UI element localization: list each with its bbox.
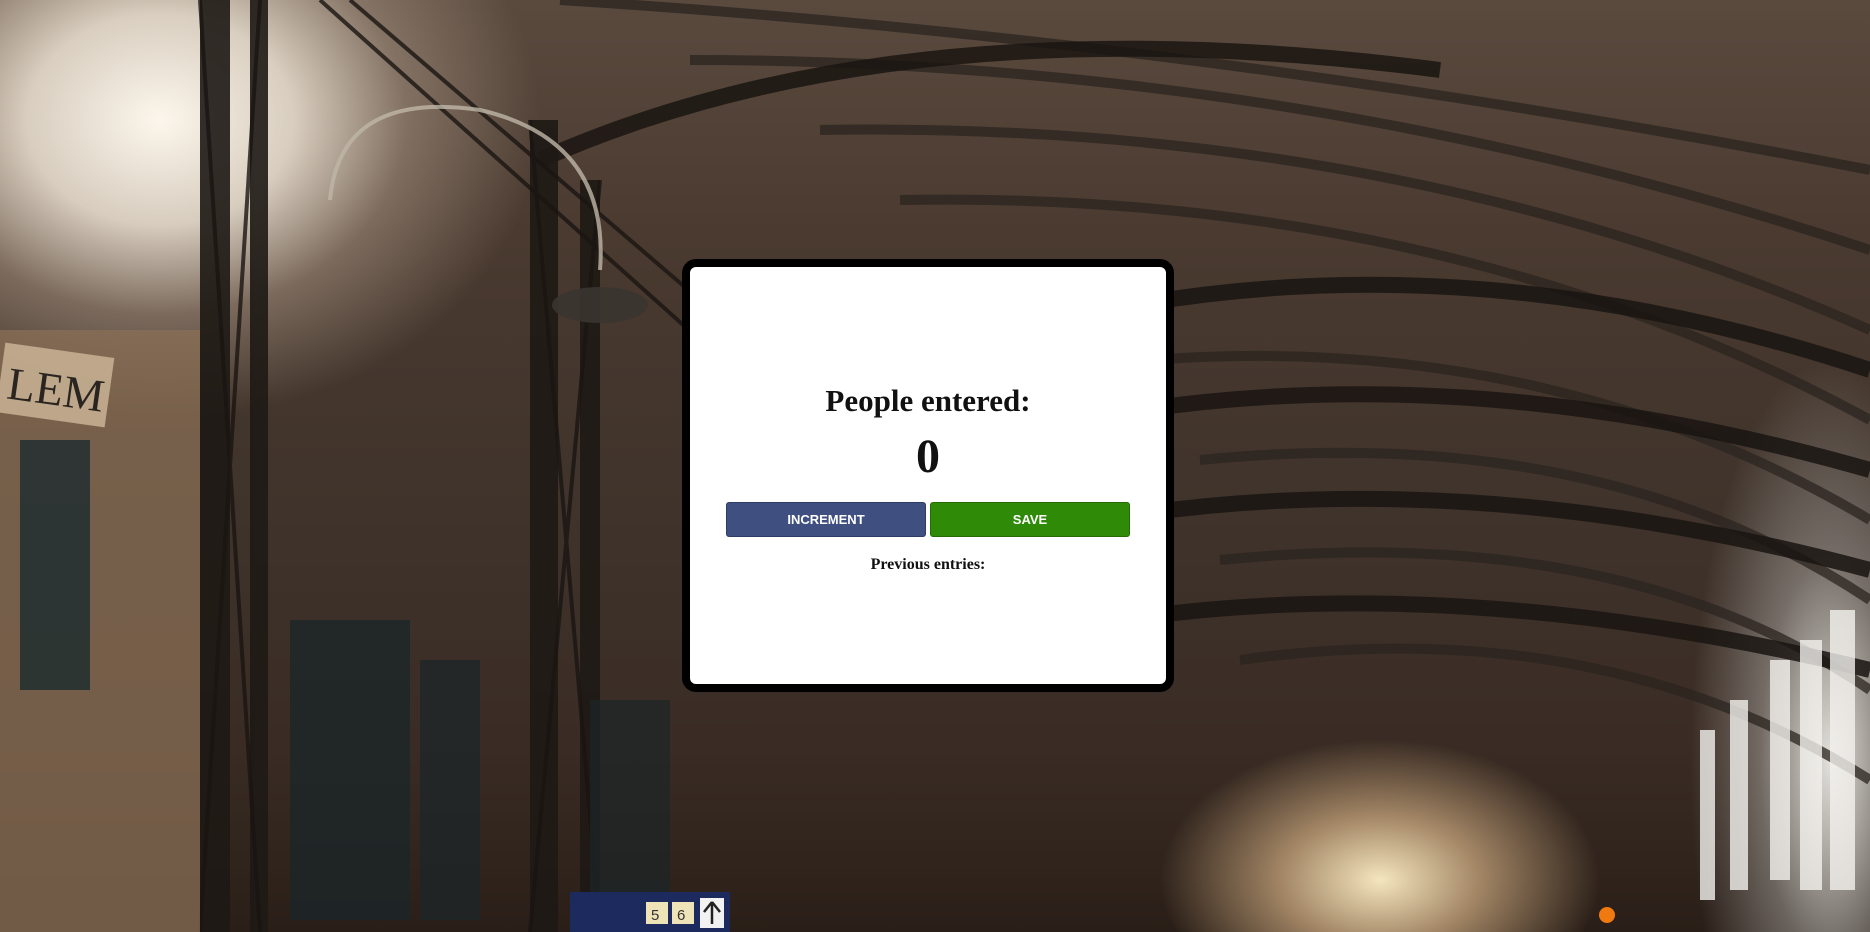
- counter-heading: People entered:: [825, 383, 1031, 418]
- arrow-up-icon: [700, 898, 724, 928]
- save-button[interactable]: SAVE: [930, 502, 1130, 537]
- previous-entries-label: Previous entries:: [870, 556, 986, 573]
- signal-light-icon: [1599, 907, 1615, 923]
- increment-button[interactable]: INCREMENT: [726, 502, 926, 537]
- platform-number-6: 6: [677, 907, 685, 924]
- platform-number-5: 5: [651, 907, 659, 924]
- people-count: 0: [916, 430, 940, 483]
- counter-card: People entered: 0 INCREMENT SAVE Previou…: [682, 259, 1174, 692]
